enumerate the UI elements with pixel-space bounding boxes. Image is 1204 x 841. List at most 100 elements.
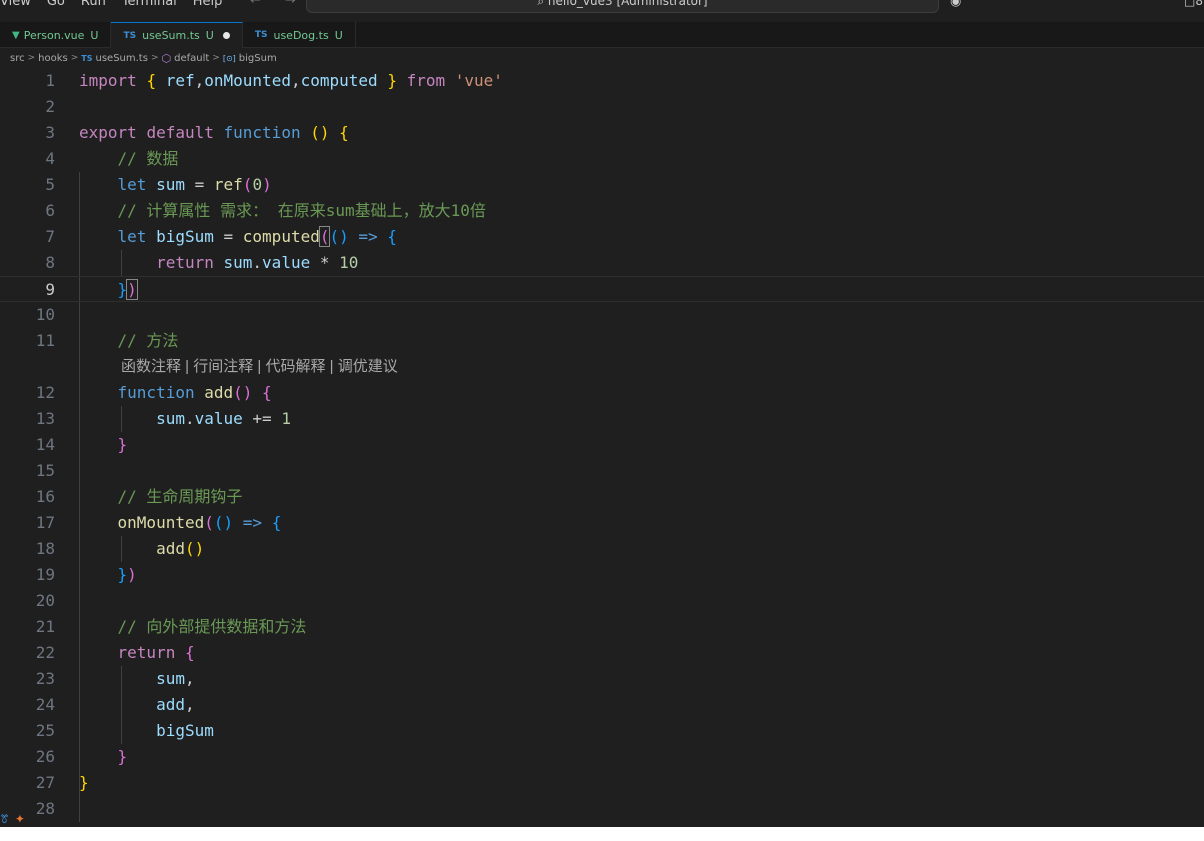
- code-line[interactable]: 5 let sum = ref(0): [0, 172, 1204, 198]
- code-line[interactable]: 15: [0, 458, 1204, 484]
- line-number: 4: [45, 149, 55, 168]
- line-number: 23: [35, 669, 55, 688]
- code-line[interactable]: 16 // 生命周期钩子: [0, 484, 1204, 510]
- line-number: 17: [35, 513, 55, 532]
- line-number: 19: [35, 565, 55, 584]
- line-number: 25: [35, 721, 55, 740]
- code-line[interactable]: 10: [0, 302, 1204, 328]
- code-text: let bigSum = computed(() => {: [117, 226, 397, 247]
- line-number: 13: [35, 409, 55, 428]
- chevron-right-icon: >: [212, 53, 220, 63]
- codelens-hint[interactable]: 函数注释 | 行间注释 | 代码解释 | 调优建议: [0, 354, 1204, 380]
- breadcrumb-bigsum[interactable]: bigSum: [239, 53, 277, 64]
- command-center-search[interactable]: ⌕ hello_vue3 [Administrator]: [306, 0, 939, 13]
- tab-usedog-ts[interactable]: TS useDog.ts U: [243, 22, 356, 48]
- code-line[interactable]: 23 sum,: [0, 666, 1204, 692]
- tab-person-vue[interactable]: ▼ Person.vue U: [0, 22, 112, 48]
- line-number: 2: [45, 97, 55, 116]
- line-number: 7: [45, 227, 55, 246]
- breadcrumb-hooks[interactable]: hooks: [38, 53, 68, 64]
- code-line[interactable]: 12 function add() {: [0, 380, 1204, 406]
- line-number: 10: [35, 305, 55, 324]
- line-number: 14: [35, 435, 55, 454]
- code-line[interactable]: 6 // 计算属性 需求： 在原来sum基础上，放大10倍: [0, 198, 1204, 224]
- function-cube-icon: ⬡: [161, 51, 172, 65]
- code-line[interactable]: 20: [0, 588, 1204, 614]
- code-line[interactable]: 2: [0, 94, 1204, 120]
- code-line[interactable]: 25 bigSum: [0, 718, 1204, 744]
- code-text: // 向外部提供数据和方法: [117, 617, 307, 636]
- nav-arrows[interactable]: ← →: [250, 0, 306, 8]
- code-line[interactable]: 3 export default function () {: [0, 120, 1204, 146]
- code-text: // 数据: [117, 149, 179, 168]
- menu-view[interactable]: View: [0, 0, 39, 11]
- ts-icon: TS: [81, 53, 93, 63]
- line-number: 18: [35, 539, 55, 558]
- code-line[interactable]: 28: [0, 796, 1204, 822]
- code-text: }): [117, 279, 138, 300]
- code-line[interactable]: 24 add,: [0, 692, 1204, 718]
- line-number: 1: [45, 71, 55, 90]
- line-number: 8: [45, 253, 55, 272]
- code-line[interactable]: 14 }: [0, 432, 1204, 458]
- code-line[interactable]: 26 }: [0, 744, 1204, 770]
- breadcrumb-src[interactable]: src: [10, 53, 25, 64]
- code-line[interactable]: 4 // 数据: [0, 146, 1204, 172]
- menu-run[interactable]: Run: [73, 0, 114, 11]
- code-text: // 生命周期钩子: [117, 487, 243, 506]
- tab-label: useSum.ts: [142, 29, 200, 42]
- git-status-badge: U: [90, 28, 99, 42]
- editor-tabs: ▼ Person.vue U TS useSum.ts U TS useDog.…: [0, 22, 1204, 48]
- line-number: 27: [35, 773, 55, 792]
- line-number: 5: [45, 175, 55, 194]
- code-text: add(): [156, 539, 205, 558]
- floating-toolbar: ꔢ ✦: [0, 812, 25, 827]
- line-number: 20: [35, 591, 55, 610]
- line-number: 6: [45, 201, 55, 220]
- code-editor[interactable]: 1 import { ref,onMounted,computed } from …: [0, 68, 1204, 827]
- line-number: 12: [35, 383, 55, 402]
- tab-usesum-ts[interactable]: TS useSum.ts U: [111, 22, 243, 48]
- code-line[interactable]: 13 sum.value += 1: [0, 406, 1204, 432]
- tab-label: Person.vue: [23, 28, 85, 42]
- breadcrumb-default[interactable]: default: [174, 53, 209, 64]
- tab-label: useDog.ts: [273, 28, 329, 42]
- vscode-window: View Go Run Terminal Help ← → ⌕ hello_vu…: [0, 0, 1204, 827]
- breadcrumb: src > hooks > TS useSum.ts > ⬡ default >…: [0, 50, 277, 66]
- variable-icon: [⊙]: [222, 53, 236, 63]
- code-line[interactable]: 22 return {: [0, 640, 1204, 666]
- code-line[interactable]: 27}: [0, 770, 1204, 796]
- code-line[interactable]: 19 }): [0, 562, 1204, 588]
- copilot-icon[interactable]: ◉ˇ: [950, 0, 968, 9]
- breadcrumb-file[interactable]: useSum.ts: [96, 53, 148, 64]
- unsaved-dot-icon[interactable]: [222, 32, 230, 39]
- code-text: sum,: [156, 669, 195, 688]
- git-status-badge: U: [334, 28, 343, 42]
- line-number: 11: [35, 331, 55, 350]
- code-line[interactable]: 18 add(): [0, 536, 1204, 562]
- chevron-right-icon: >: [150, 53, 159, 63]
- code-line[interactable]: 1 import { ref,onMounted,computed } from …: [0, 68, 1204, 94]
- menu-terminal[interactable]: Terminal: [114, 0, 185, 11]
- translate-icon[interactable]: ꔢ: [0, 812, 9, 826]
- code-line[interactable]: 21 // 向外部提供数据和方法: [0, 614, 1204, 640]
- code-text: export default function () {: [79, 123, 349, 142]
- fox-plugin-icon[interactable]: ✦: [15, 812, 25, 826]
- menu-help[interactable]: Help: [185, 0, 231, 11]
- code-line[interactable]: 7 let bigSum = computed(() => {: [0, 224, 1204, 250]
- title-bar: View Go Run Terminal Help ← → ⌕ hello_vu…: [0, 0, 1204, 22]
- code-line-current[interactable]: 9 }): [0, 276, 1204, 302]
- vue-icon: ▼: [12, 29, 20, 41]
- line-number: 16: [35, 487, 55, 506]
- code-text: return {: [117, 643, 195, 662]
- menu-go[interactable]: Go: [39, 0, 73, 11]
- code-line[interactable]: 11 // 方法: [0, 328, 1204, 354]
- code-line[interactable]: 8 return sum.value * 10: [0, 250, 1204, 276]
- code-text: import { ref,onMounted,computed } from '…: [79, 71, 503, 90]
- line-number: 9: [45, 280, 55, 299]
- code-text: // 方法: [117, 331, 179, 350]
- code-line[interactable]: 17 onMounted(() => {: [0, 510, 1204, 536]
- codelens-actions[interactable]: 函数注释 | 行间注释 | 代码解释 | 调优建议: [121, 354, 398, 380]
- layout-icon[interactable]: □8: [1184, 0, 1203, 8]
- code-text: function add() {: [117, 383, 272, 402]
